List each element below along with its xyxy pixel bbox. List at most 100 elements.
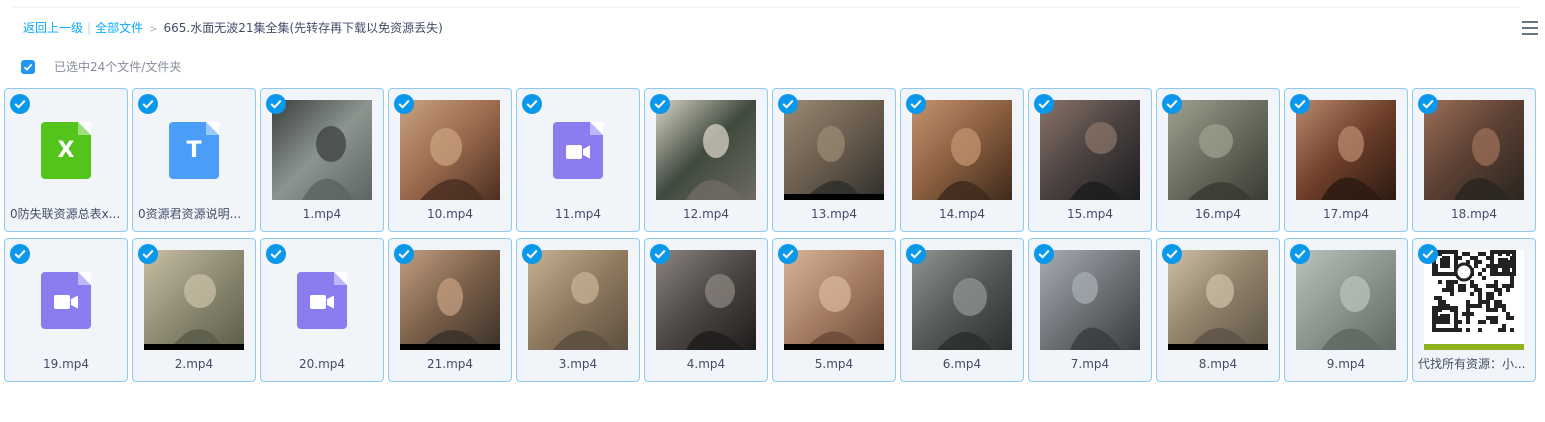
file-tile[interactable]: 13.mp4 [772,88,896,232]
video-thumbnail [400,100,500,200]
check-icon[interactable] [1290,94,1310,114]
check-icon[interactable] [778,244,798,264]
video-file-icon [553,122,603,179]
video-thumbnail [784,100,884,200]
back-link[interactable]: 返回上一级 [23,21,83,35]
file-tile[interactable]: 18.mp4 [1412,88,1536,232]
video-thumbnail [1296,100,1396,200]
file-tile[interactable]: 19.mp4 [4,238,128,382]
video-thumbnail [144,250,244,350]
chevron-right-icon: > [149,24,158,35]
check-icon[interactable] [1034,244,1054,264]
check-icon[interactable] [1162,94,1182,114]
file-tile[interactable]: 21.mp4 [388,238,512,382]
video-thumbnail [528,250,628,350]
video-file-icon [41,272,91,329]
file-name: 代找所有资源：小... [1418,357,1526,371]
list-view-menu-icon[interactable] [1522,20,1538,36]
video-thumbnail [912,100,1012,200]
file-name: 21.mp4 [426,357,474,371]
file-tile[interactable]: 12.mp4 [644,88,768,232]
video-thumbnail [272,100,372,200]
breadcrumb-divider: | [87,21,92,35]
excel-file-icon: X [41,122,91,179]
file-tile[interactable]: 2.mp4 [132,238,256,382]
check-icon[interactable] [522,244,542,264]
file-name: 4.mp4 [686,357,726,371]
check-icon[interactable] [778,94,798,114]
check-icon[interactable] [394,244,414,264]
check-icon[interactable] [1162,244,1182,264]
file-tile[interactable]: 11.mp4 [516,88,640,232]
file-tile[interactable]: T 0资源君资源说明... [132,88,256,232]
top-divider [13,7,1520,8]
file-tile[interactable]: 10.mp4 [388,88,512,232]
file-name: 5.mp4 [814,357,854,371]
check-icon[interactable] [1418,94,1438,114]
all-files-link[interactable]: 全部文件 [95,21,143,35]
select-all-checkbox[interactable] [21,60,35,74]
video-thumbnail [656,250,756,350]
file-name: 9.mp4 [1326,357,1366,371]
file-name: 12.mp4 [682,207,730,221]
file-tile[interactable]: 17.mp4 [1284,88,1408,232]
video-thumbnail [1168,100,1268,200]
file-name: 11.mp4 [554,207,602,221]
file-tile[interactable]: 6.mp4 [900,238,1024,382]
check-icon[interactable] [650,244,670,264]
video-thumbnail [1040,250,1140,350]
file-tile[interactable]: X 0防失联资源总表x... [4,88,128,232]
file-tile[interactable]: 15.mp4 [1028,88,1152,232]
check-icon[interactable] [1034,94,1054,114]
file-name: 2.mp4 [174,357,214,371]
file-tile[interactable]: 14.mp4 [900,88,1024,232]
check-icon[interactable] [1290,244,1310,264]
file-tile[interactable]: 9.mp4 [1284,238,1408,382]
file-name: 19.mp4 [42,357,90,371]
video-thumbnail [1424,100,1524,200]
file-name: 1.mp4 [302,207,342,221]
file-name: 10.mp4 [426,207,474,221]
file-name: 6.mp4 [942,357,982,371]
file-tile[interactable]: 代找所有资源：小... [1412,238,1536,382]
video-thumbnail [1040,100,1140,200]
file-name: 3.mp4 [558,357,598,371]
video-thumbnail [912,250,1012,350]
selection-count-text: 已选中24个文件/文件夹 [54,60,182,74]
file-name: 7.mp4 [1070,357,1110,371]
file-name: 14.mp4 [938,207,986,221]
check-icon[interactable] [10,94,30,114]
video-thumbnail [1168,250,1268,350]
file-tile[interactable]: 1.mp4 [260,88,384,232]
file-name: 15.mp4 [1066,207,1114,221]
file-name: 18.mp4 [1450,207,1498,221]
file-tile[interactable]: 8.mp4 [1156,238,1280,382]
check-icon[interactable] [10,244,30,264]
check-icon[interactable] [906,244,926,264]
check-icon[interactable] [906,94,926,114]
file-tile[interactable]: 16.mp4 [1156,88,1280,232]
file-tile[interactable]: 20.mp4 [260,238,384,382]
current-folder-name: 665.水面无波21集全集(先转存再下载以免资源丢失) [163,21,443,35]
check-icon[interactable] [650,94,670,114]
video-thumbnail [784,250,884,350]
check-icon[interactable] [1418,244,1438,264]
file-name: 0防失联资源总表x... [10,207,121,221]
breadcrumb: 返回上一级 | 全部文件 >665.水面无波21集全集(先转存再下载以免资源丢失) [23,19,443,37]
file-tile[interactable]: 4.mp4 [644,238,768,382]
file-name: 13.mp4 [810,207,858,221]
qr-code-image [1424,250,1524,350]
check-icon[interactable] [138,244,158,264]
file-tile[interactable]: 7.mp4 [1028,238,1152,382]
check-icon[interactable] [522,94,542,114]
text-file-icon: T [169,122,219,179]
check-icon[interactable] [266,244,286,264]
video-thumbnail [400,250,500,350]
file-tile[interactable]: 3.mp4 [516,238,640,382]
check-icon[interactable] [394,94,414,114]
video-file-icon [297,272,347,329]
check-icon[interactable] [138,94,158,114]
video-thumbnail [1296,250,1396,350]
check-icon[interactable] [266,94,286,114]
file-tile[interactable]: 5.mp4 [772,238,896,382]
